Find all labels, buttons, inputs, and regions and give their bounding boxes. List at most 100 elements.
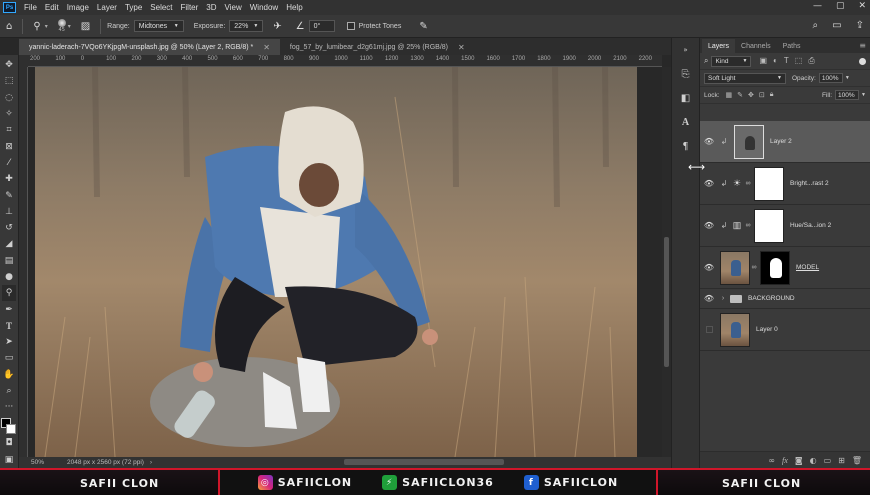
visibility-eye-icon[interactable]: 👁︎: [700, 263, 718, 272]
lock-artboard-icon[interactable]: ⊡: [759, 91, 765, 99]
filter-kind-select[interactable]: Kind ▼: [711, 55, 752, 67]
paragraph-panel-icon[interactable]: ¶: [677, 138, 695, 154]
adjustments-panel-icon[interactable]: ◧: [677, 90, 695, 106]
smart-object-filter-icon[interactable]: ⎙: [808, 56, 814, 66]
character-panel-icon[interactable]: A: [677, 114, 695, 130]
chevron-down-icon[interactable]: ▼: [845, 75, 850, 81]
blend-mode-select[interactable]: Soft Light ▼: [704, 72, 786, 84]
range-select[interactable]: Midtones ▼: [133, 20, 184, 32]
healing-brush-tool-icon[interactable]: ✚: [2, 171, 16, 187]
new-layer-icon[interactable]: ⊞: [838, 456, 845, 465]
layer-row-layer-2[interactable]: 👁︎ ↲ Layer 2: [700, 121, 870, 163]
close-icon[interactable]: ✕: [458, 43, 465, 52]
history-brush-tool-icon[interactable]: ↺: [2, 220, 16, 236]
panel-menu-icon[interactable]: ≡: [859, 41, 866, 50]
workspace-icon[interactable]: ▭: [832, 20, 841, 31]
color-swatches[interactable]: [1, 417, 17, 434]
lock-all-icon[interactable]: 🔒︎: [770, 91, 774, 99]
frame-tool-icon[interactable]: ⊠: [2, 138, 16, 154]
screen-mode-icon[interactable]: ▣: [2, 452, 16, 468]
marquee-tool-icon[interactable]: ⬚: [2, 73, 16, 89]
canvas-area[interactable]: [28, 67, 662, 457]
type-tool-icon[interactable]: T: [2, 318, 16, 334]
new-group-icon[interactable]: ▭: [824, 456, 832, 465]
chevron-down-icon[interactable]: ▼: [861, 92, 866, 98]
layer-name[interactable]: Layer 0: [756, 326, 778, 333]
brush-preset-picker[interactable]: 45: [57, 19, 66, 33]
angle-input[interactable]: 0°: [308, 20, 335, 32]
layer-name[interactable]: Layer 2: [770, 138, 792, 145]
layer-name[interactable]: Bright...rast 2: [790, 180, 829, 187]
chevron-right-icon[interactable]: ›: [718, 295, 728, 302]
fx-icon[interactable]: fx: [782, 456, 788, 465]
scrollbar-thumb[interactable]: [664, 237, 669, 367]
maximize-button[interactable]: ▢: [836, 1, 845, 11]
menu-window[interactable]: Window: [246, 3, 282, 12]
menu-filter[interactable]: Filter: [177, 3, 203, 12]
link-layers-icon[interactable]: ∞: [768, 456, 775, 465]
visibility-eye-icon[interactable]: 👁︎: [700, 137, 718, 146]
facebook-link[interactable]: f SAFIICLON: [523, 475, 618, 490]
move-tool-icon[interactable]: ✥: [2, 57, 16, 73]
layer-mask-thumbnail[interactable]: [760, 250, 790, 285]
menu-select[interactable]: Select: [146, 3, 176, 12]
layer-row-model[interactable]: 👁︎ ∞ MODEL: [700, 247, 870, 289]
visibility-eye-icon[interactable]: 👁︎: [700, 221, 718, 230]
tab-paths[interactable]: Paths: [777, 39, 807, 53]
history-panel-icon[interactable]: ⎘: [677, 66, 695, 82]
layer-name[interactable]: BACKGROUND: [748, 295, 795, 302]
lock-image-icon[interactable]: ✎: [737, 91, 743, 99]
collapse-panels-icon[interactable]: »: [677, 42, 695, 58]
path-selection-tool-icon[interactable]: ➤: [2, 334, 16, 350]
eyedropper-tool-icon[interactable]: ⁄: [2, 155, 16, 171]
add-mask-icon[interactable]: ◙: [795, 456, 803, 465]
link-icon[interactable]: ∞: [744, 180, 752, 187]
trash-icon[interactable]: 🗑︎: [852, 456, 862, 465]
tool-preset-arrow-icon[interactable]: ▾: [45, 23, 48, 30]
share-icon[interactable]: ⇪: [856, 20, 864, 31]
menu-help[interactable]: Help: [282, 3, 306, 12]
tab-document-2[interactable]: fog_57_by_lumibear_d2g61mj.jpg @ 25% (RG…: [280, 39, 475, 55]
pixel-filter-icon[interactable]: ▣: [759, 56, 767, 66]
blur-tool-icon[interactable]: ●: [2, 269, 16, 285]
tab-layers[interactable]: Layers: [702, 39, 736, 53]
background-color-swatch[interactable]: [6, 423, 16, 434]
pressure-size-icon[interactable]: ✎: [419, 21, 427, 32]
menu-edit[interactable]: Edit: [41, 3, 63, 12]
opacity-input[interactable]: 100%: [818, 73, 843, 83]
instagram-link[interactable]: ◎ SAFIICLON: [257, 475, 352, 490]
close-icon[interactable]: ✕: [263, 43, 270, 52]
document-info[interactable]: 2048 px x 2560 px (72 ppi): [67, 459, 144, 466]
zebra-link[interactable]: ⚡︎ SAFIICLON36: [382, 475, 494, 490]
dodge-tool-icon[interactable]: ⚲: [2, 285, 16, 302]
brush-settings-icon[interactable]: ▨: [81, 21, 90, 32]
document-image[interactable]: [35, 67, 637, 457]
chevron-right-icon[interactable]: ›: [150, 460, 152, 466]
minimize-button[interactable]: —: [813, 1, 822, 11]
lock-transparent-icon[interactable]: ▦: [726, 91, 733, 99]
airbrush-icon[interactable]: ✈: [273, 21, 281, 32]
fill-input[interactable]: 100%: [835, 90, 860, 100]
adjustment-filter-icon[interactable]: ◐: [773, 56, 778, 66]
lock-position-icon[interactable]: ✥: [748, 91, 754, 99]
horizontal-ruler[interactable]: 200 100 0 100 200 300 400 500 600 700 800 900 1000 11…: [28, 55, 662, 67]
exposure-input[interactable]: 22% ▼: [229, 20, 264, 32]
visibility-eye-icon[interactable]: 👁︎: [700, 294, 718, 303]
menu-type[interactable]: Type: [121, 3, 146, 12]
tab-document-1[interactable]: yannic-laderach-7VQo6YKjpgM-unsplash.jpg…: [19, 39, 280, 55]
menu-3d[interactable]: 3D: [202, 3, 220, 12]
shape-filter-icon[interactable]: ⬚: [795, 56, 803, 66]
pen-tool-icon[interactable]: ✒: [2, 301, 16, 317]
filter-toggle-icon[interactable]: [859, 57, 866, 65]
zoom-tool-icon[interactable]: ⌕: [2, 383, 16, 399]
zoom-level[interactable]: 50%: [19, 459, 55, 466]
layer-row-hue-saturation[interactable]: 👁︎ ↲ ▥ ∞ Hue/Sa...ion 2: [700, 205, 870, 247]
layer-name[interactable]: MODEL: [796, 264, 819, 271]
dodge-tool-icon[interactable]: ⚲: [33, 21, 40, 32]
menu-view[interactable]: View: [221, 3, 246, 12]
vertical-ruler[interactable]: [19, 67, 28, 457]
menu-image[interactable]: Image: [63, 3, 93, 12]
more-tools-icon[interactable]: ···: [2, 399, 16, 415]
brush-tool-icon[interactable]: ✎: [2, 187, 16, 203]
link-icon[interactable]: ∞: [750, 264, 758, 271]
